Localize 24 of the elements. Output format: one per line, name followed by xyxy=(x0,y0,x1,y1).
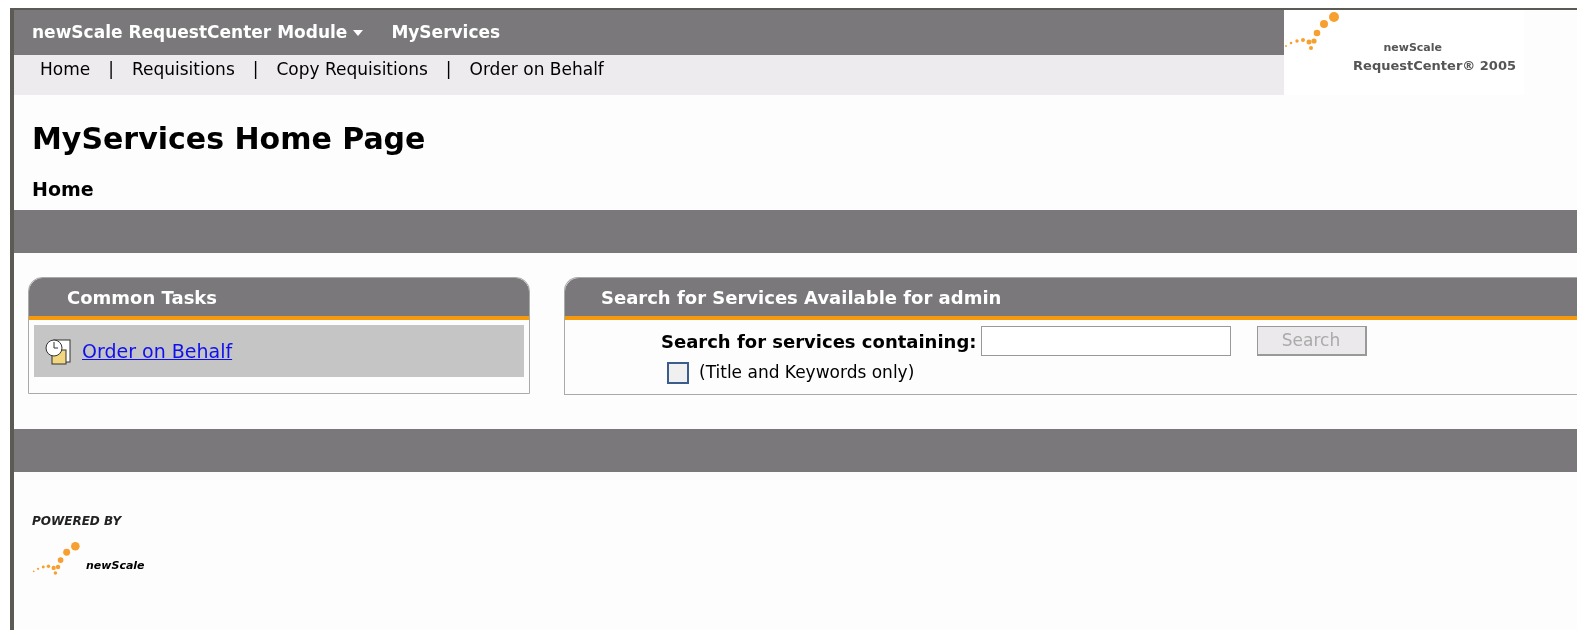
nav-link[interactable]: Requisitions xyxy=(131,57,235,83)
module-menu[interactable]: newScale RequestCenter Module xyxy=(32,19,364,46)
checkbox[interactable] xyxy=(667,361,689,384)
search-label: Search for services containing: xyxy=(661,329,977,354)
panel-header: Common Tasks xyxy=(29,278,529,320)
task-link[interactable]: Order on Behalf xyxy=(82,336,233,366)
nav-separator: | xyxy=(444,58,453,82)
powered-by-label: POWERED BY xyxy=(32,512,123,530)
logo-brand: newScale xyxy=(1383,39,1442,56)
nav-link[interactable]: Order on Behalf xyxy=(469,57,604,83)
nav-separator: | xyxy=(251,58,260,82)
checkbox-label: (Title and Keywords only) xyxy=(699,361,915,384)
logo-wordmark: newScale xyxy=(86,558,145,574)
page-title: MyServices Home Page xyxy=(31,121,427,157)
logo-product: RequestCenter® 2005 xyxy=(1353,57,1516,75)
panel-header: Search for Services Available for admin xyxy=(565,278,1577,320)
clock-document-icon xyxy=(44,336,74,366)
nav-link[interactable]: Home xyxy=(40,57,91,83)
nav-separator: | xyxy=(107,58,115,82)
caret-icon xyxy=(353,29,364,36)
nav-link[interactable]: Copy Requisitions xyxy=(276,57,428,83)
section-title: MyServices xyxy=(391,20,501,44)
breadcrumb: Home xyxy=(31,177,95,201)
search-field[interactable] xyxy=(980,326,1231,356)
